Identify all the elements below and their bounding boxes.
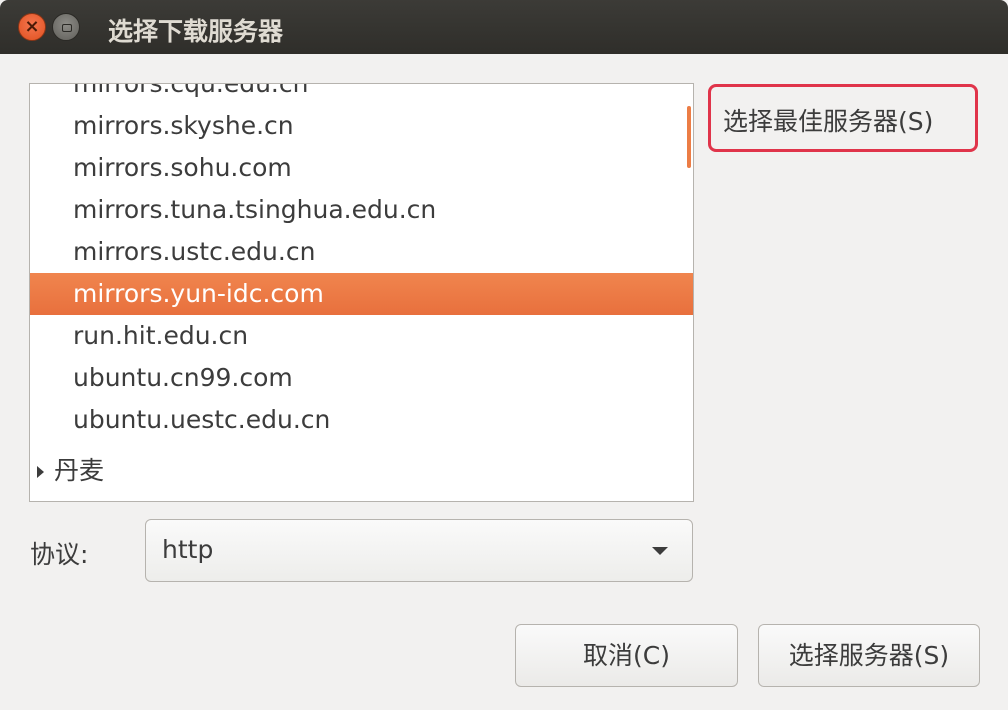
close-button[interactable]: × [18, 13, 46, 41]
choose-server-button[interactable]: 选择服务器(S) [758, 624, 980, 687]
list-item[interactable]: ubuntu.cn99.com [30, 357, 693, 399]
list-item[interactable]: mirrors.sohu.com [30, 147, 693, 189]
protocol-value: http [162, 535, 214, 564]
select-best-server-button[interactable]: 选择最佳服务器(S) [708, 84, 978, 152]
minimize-button[interactable] [52, 13, 80, 41]
chevron-down-icon [652, 547, 668, 555]
list-item-selected[interactable]: mirrors.yun-idc.com [30, 273, 693, 315]
cancel-button[interactable]: 取消(C) [515, 624, 738, 687]
group-row-denmark[interactable]: 丹麦 [30, 446, 104, 496]
list-item[interactable]: mirrors.cqu.edu.cn [30, 84, 693, 105]
list-item[interactable]: run.hit.edu.cn [30, 315, 693, 357]
scrollbar-thumb[interactable] [687, 106, 691, 168]
list-item[interactable]: mirrors.tuna.tsinghua.edu.cn [30, 189, 693, 231]
expander-arrow-icon[interactable] [37, 466, 44, 478]
close-icon: × [24, 16, 40, 37]
list-item[interactable]: ubuntu.uestc.edu.cn [30, 399, 693, 441]
minimize-icon [62, 24, 72, 32]
list-item[interactable]: mirrors.skyshe.cn [30, 105, 693, 147]
select-best-server-label: 选择最佳服务器(S) [723, 107, 934, 136]
group-label: 丹麦 [54, 456, 105, 485]
window-title: 选择下载服务器 [108, 17, 284, 46]
list-item[interactable]: mirrors.ustc.edu.cn [30, 231, 693, 273]
server-list[interactable]: mirrors.cqu.edu.cn mirrors.skyshe.cn mir… [29, 83, 694, 502]
protocol-dropdown[interactable]: http [145, 519, 693, 582]
title-bar: × 选择下载服务器 [0, 0, 1008, 54]
protocol-label: 协议: [30, 540, 89, 569]
